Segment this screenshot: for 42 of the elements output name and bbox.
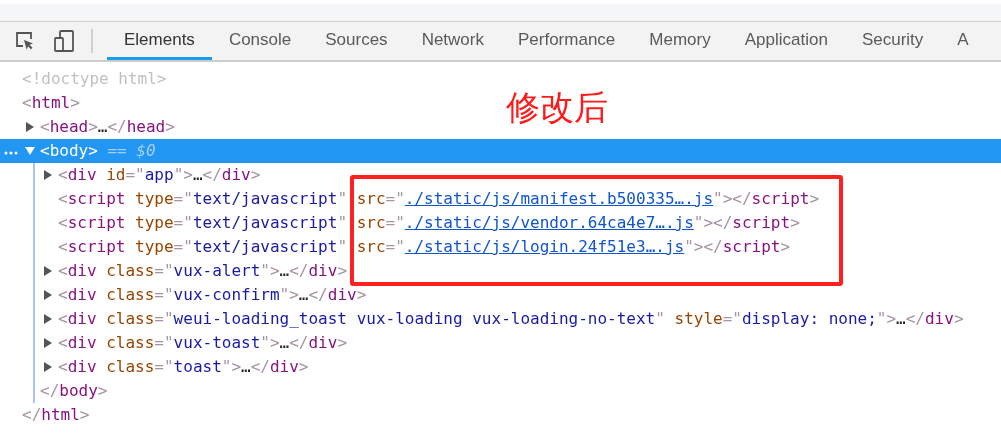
collapsed-triangle-icon[interactable]	[42, 337, 54, 349]
code-text: <div class="vux-confirm">…</div>	[58, 284, 367, 306]
code-text: <div id="app">…</div>	[58, 164, 261, 186]
device-icon[interactable]	[53, 30, 75, 52]
code-text: <script type="text/javascript" src="	[58, 212, 405, 234]
panel-tab[interactable]: A	[940, 22, 986, 60]
code-text: <head>…</head>	[40, 116, 175, 138]
source-link[interactable]: ./static/js/manifest.b500335….js	[404, 187, 714, 211]
collapsed-triangle-icon[interactable]	[42, 289, 54, 301]
code-text: "></script>	[684, 236, 791, 258]
code-text: <div class="vux-toast">…</div>	[58, 332, 348, 354]
panel-tab[interactable]: Performance	[501, 22, 633, 60]
code-text: <script type="text/javascript" src="	[58, 188, 405, 210]
collapsed-triangle-icon[interactable]	[42, 313, 54, 325]
code-text: "></script>	[713, 188, 820, 210]
code-text: <!doctype html>	[22, 68, 167, 90]
code-text: </html>	[22, 404, 90, 426]
panel-tab[interactable]: Network	[404, 22, 501, 60]
code-text: <html>	[22, 92, 80, 114]
panel-tab[interactable]: Console	[211, 22, 309, 60]
code-text: </body>	[40, 380, 108, 402]
collapsed-triangle-icon[interactable]	[24, 121, 36, 133]
source-link[interactable]: ./static/js/vendor.64ca4e7….js	[404, 211, 694, 235]
panel-tab[interactable]: Sources	[308, 22, 405, 60]
panel-tab[interactable]: Memory	[632, 22, 728, 60]
source-link[interactable]: ./static/js/login.24f51e3….js	[404, 235, 685, 259]
code-text: <div class="weui-loading_toast vux-loading vux-loading-no-text" style="display: none;">…</div>	[58, 308, 964, 330]
code-text: <div class="toast">…</div>	[58, 356, 309, 378]
code-text: <body> == $0	[40, 140, 156, 162]
code-text: "></script>	[693, 212, 800, 234]
expanded-triangle-icon[interactable]	[24, 145, 36, 157]
code-text: <div class="vux-alert">…</div>	[58, 260, 348, 282]
code-text: <script type="text/javascript" src="	[58, 236, 405, 258]
panel-tab[interactable]: Elements	[107, 22, 212, 60]
collapsed-triangle-icon[interactable]	[42, 169, 54, 181]
more-dots-icon[interactable]	[4, 151, 18, 155]
annotation-label: 修改后	[506, 90, 608, 124]
inspect-icon[interactable]	[15, 31, 35, 51]
collapsed-triangle-icon[interactable]	[42, 265, 54, 277]
panel-tab[interactable]: Security	[844, 22, 941, 60]
panel-tab[interactable]: Application	[727, 22, 845, 60]
collapsed-triangle-icon[interactable]	[42, 361, 54, 373]
